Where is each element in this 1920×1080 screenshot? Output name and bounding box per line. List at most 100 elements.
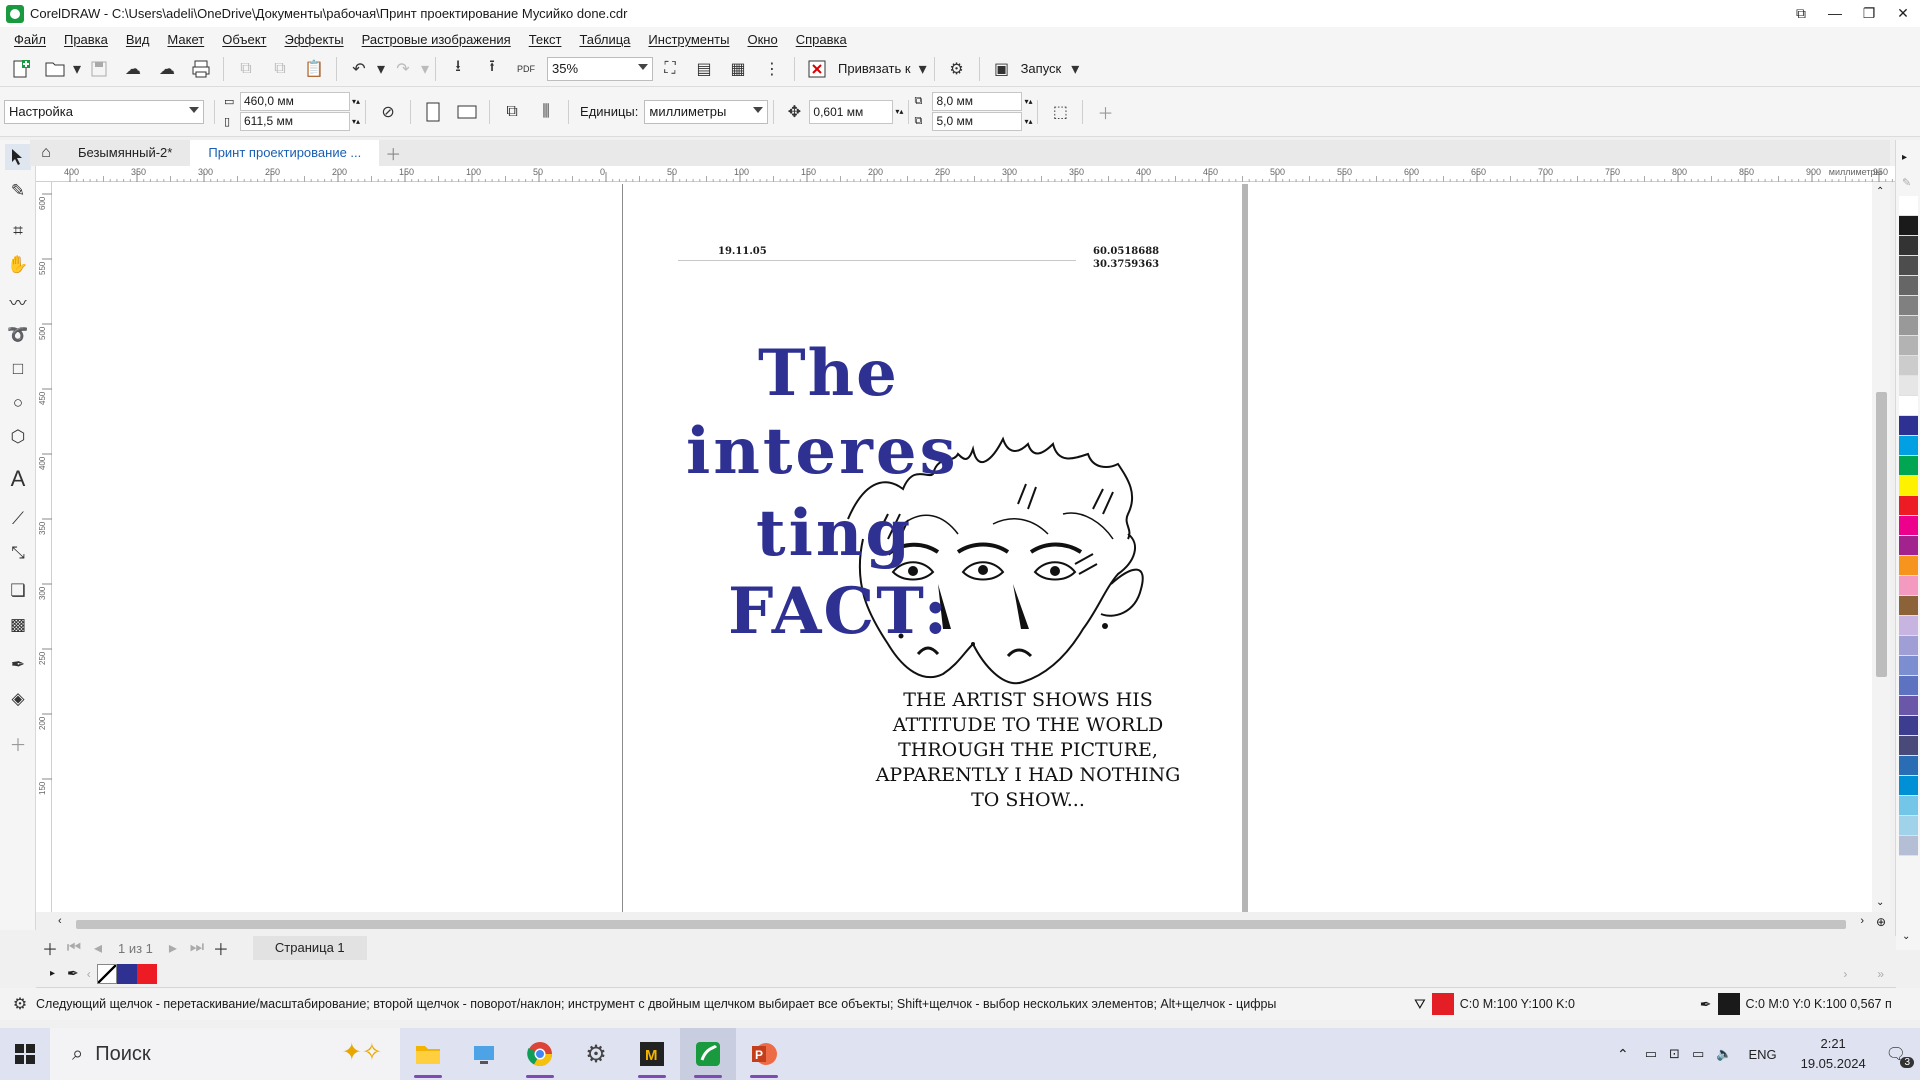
crop-tool-icon[interactable]: ⌗ xyxy=(5,218,31,244)
palette-swatch[interactable] xyxy=(1899,836,1918,856)
palette-swatch[interactable] xyxy=(1899,576,1918,596)
minimize-button[interactable]: — xyxy=(1818,0,1852,27)
palette-swatch[interactable] xyxy=(1899,816,1918,836)
status-gear-icon[interactable]: ⚙ xyxy=(10,991,30,1017)
settings-gear-icon[interactable]: ⚙ xyxy=(568,1028,624,1080)
spin-icon[interactable]: ▾▴ xyxy=(352,117,360,126)
copy-icon[interactable]: ⧉ xyxy=(267,56,293,82)
palette-swatch[interactable] xyxy=(1899,416,1918,436)
fill-color-swatch[interactable] xyxy=(1431,993,1454,1015)
page-preset-select[interactable]: Настройка xyxy=(4,99,204,124)
artistic-media-icon[interactable]: ➰ xyxy=(5,322,31,348)
palette-pen-icon[interactable]: ✎ xyxy=(1902,176,1911,189)
snap-to-label[interactable]: Привязать к xyxy=(838,61,911,76)
tab-untitled-2[interactable]: Безымянный-2* xyxy=(60,140,190,166)
coreldraw-taskbar-icon[interactable] xyxy=(680,1028,736,1080)
zoom-to-page-icon[interactable]: ⛶ xyxy=(657,56,683,82)
body-text[interactable]: THE ARTIST SHOWS HIS ATTITUDE TO THE WOR… xyxy=(868,688,1188,813)
print-icon[interactable] xyxy=(188,56,214,82)
open-folder-icon[interactable] xyxy=(42,56,68,82)
palette-swatch[interactable] xyxy=(1899,616,1918,636)
palette-swatch[interactable] xyxy=(1899,696,1918,716)
menu-bitmaps[interactable]: Растровые изображения xyxy=(356,32,523,47)
page-tab-1[interactable]: Страница 1 xyxy=(252,936,367,960)
tray-chevron-up-icon[interactable]: ⌃ xyxy=(1617,1046,1629,1063)
pan-tool-icon[interactable]: ✋ xyxy=(5,252,31,278)
duplicate-y-input[interactable]: 5,0 мм xyxy=(932,112,1023,131)
menu-object[interactable]: Объект xyxy=(216,32,278,47)
import-icon[interactable]: ⭳ xyxy=(445,56,471,82)
palette-swatch[interactable] xyxy=(1899,796,1918,816)
palette-swatch[interactable] xyxy=(1899,636,1918,656)
palette-swatch[interactable] xyxy=(1899,596,1918,616)
show-grid-icon[interactable]: ▦ xyxy=(725,56,751,82)
ellipse-tool-icon[interactable]: ○ xyxy=(5,390,31,416)
remote-desktop-icon[interactable] xyxy=(456,1028,512,1080)
nudge-distance-input[interactable]: 0,601 мм xyxy=(809,99,894,124)
menu-help[interactable]: Справка xyxy=(790,32,859,47)
palette-swatch[interactable] xyxy=(1899,556,1918,576)
page-width-input[interactable]: 460,0 мм xyxy=(240,92,350,111)
cloud-upload-icon[interactable]: ☁ xyxy=(120,56,146,82)
duplicate-x-input[interactable]: 8,0 мм xyxy=(932,92,1023,111)
outline-color-swatch[interactable] xyxy=(1717,993,1740,1015)
docpal-expand-icon[interactable]: ▸ xyxy=(50,968,55,979)
menu-text[interactable]: Текст xyxy=(523,32,574,47)
new-document-icon[interactable] xyxy=(8,56,34,82)
palette-swatch[interactable] xyxy=(1899,336,1918,356)
header-coords-2[interactable]: 30.3759363 xyxy=(1093,259,1159,271)
palette-swatch[interactable] xyxy=(1899,436,1918,456)
chevron-down-icon[interactable]: ▾ xyxy=(72,56,82,82)
add-plus-icon[interactable]: ＋ xyxy=(1092,99,1118,125)
palette-swatch[interactable] xyxy=(1899,656,1918,676)
help-window-icon[interactable]: ⧉ xyxy=(1784,0,1818,27)
chevron-down-icon[interactable]: ▾ xyxy=(917,56,929,82)
palette-swatch[interactable] xyxy=(1899,736,1918,756)
redo-icon[interactable]: ↷ xyxy=(390,56,416,82)
notification-icon[interactable]: 🗨 3 xyxy=(1886,1044,1914,1068)
docpal-scroll-right-icon[interactable]: › xyxy=(1843,967,1847,981)
palette-swatch[interactable] xyxy=(1899,396,1918,416)
palette-swatch[interactable] xyxy=(1899,676,1918,696)
add-tool-icon[interactable]: ＋ xyxy=(5,730,31,756)
drawing-canvas[interactable]: 19.11.05 60.0518688 30.3759363 The inter… xyxy=(52,182,1890,912)
no-color-swatch[interactable] xyxy=(96,963,117,984)
snap-off-icon[interactable] xyxy=(804,56,830,82)
next-page-icon[interactable]: ▸ xyxy=(165,935,181,961)
export-pdf-icon[interactable]: PDF xyxy=(513,56,539,82)
current-page-icon[interactable]: ⫼ xyxy=(533,99,559,125)
tab-print-design[interactable]: Принт проектирование ... xyxy=(190,140,380,166)
tray-meet-icon[interactable]: ▭ xyxy=(1645,1046,1657,1062)
home-icon[interactable]: ⌂ xyxy=(36,140,56,166)
palette-swatch[interactable] xyxy=(1899,496,1918,516)
scroll-up-icon[interactable]: ⌃ xyxy=(1876,186,1884,197)
vertical-scroll-thumb[interactable] xyxy=(1876,392,1887,677)
palette-swatch[interactable] xyxy=(1899,776,1918,796)
tray-battery-icon[interactable]: ▭ xyxy=(1692,1046,1704,1062)
page-height-input[interactable]: 611,5 мм xyxy=(240,112,350,131)
spin-icon[interactable]: ▾▴ xyxy=(1024,97,1032,106)
windows-start-icon[interactable] xyxy=(0,1044,50,1064)
doc-swatch-blue[interactable] xyxy=(116,963,137,984)
gear-icon[interactable]: ⚙ xyxy=(944,56,970,82)
palette-swatch[interactable] xyxy=(1899,276,1918,296)
docpal-more-icon[interactable]: » xyxy=(1877,967,1884,981)
menu-edit[interactable]: Правка xyxy=(58,32,120,47)
rectangle-tool-icon[interactable]: □ xyxy=(5,356,31,382)
pick-tool-icon[interactable] xyxy=(5,144,31,170)
menu-tools[interactable]: Инструменты xyxy=(642,32,741,47)
file-explorer-icon[interactable] xyxy=(400,1028,456,1080)
doc-swatch-red[interactable] xyxy=(136,963,157,984)
scroll-left-icon[interactable]: ‹ xyxy=(58,915,62,927)
mail-app-icon[interactable]: M xyxy=(624,1028,680,1080)
chevron-down-icon[interactable]: ▾ xyxy=(376,56,386,82)
new-tab-plus-icon[interactable]: ＋ xyxy=(383,140,403,166)
palette-swatch[interactable] xyxy=(1899,376,1918,396)
palette-expand-icon[interactable]: ▸ xyxy=(1902,152,1907,163)
spin-icon[interactable]: ▾▴ xyxy=(1024,117,1032,126)
cut-icon[interactable]: ⧉ xyxy=(233,56,259,82)
tray-volume-icon[interactable]: 🔈 xyxy=(1716,1046,1732,1062)
menu-window[interactable]: Окно xyxy=(741,32,789,47)
palette-swatch[interactable] xyxy=(1899,716,1918,736)
maximize-button[interactable]: ❐ xyxy=(1852,0,1886,27)
